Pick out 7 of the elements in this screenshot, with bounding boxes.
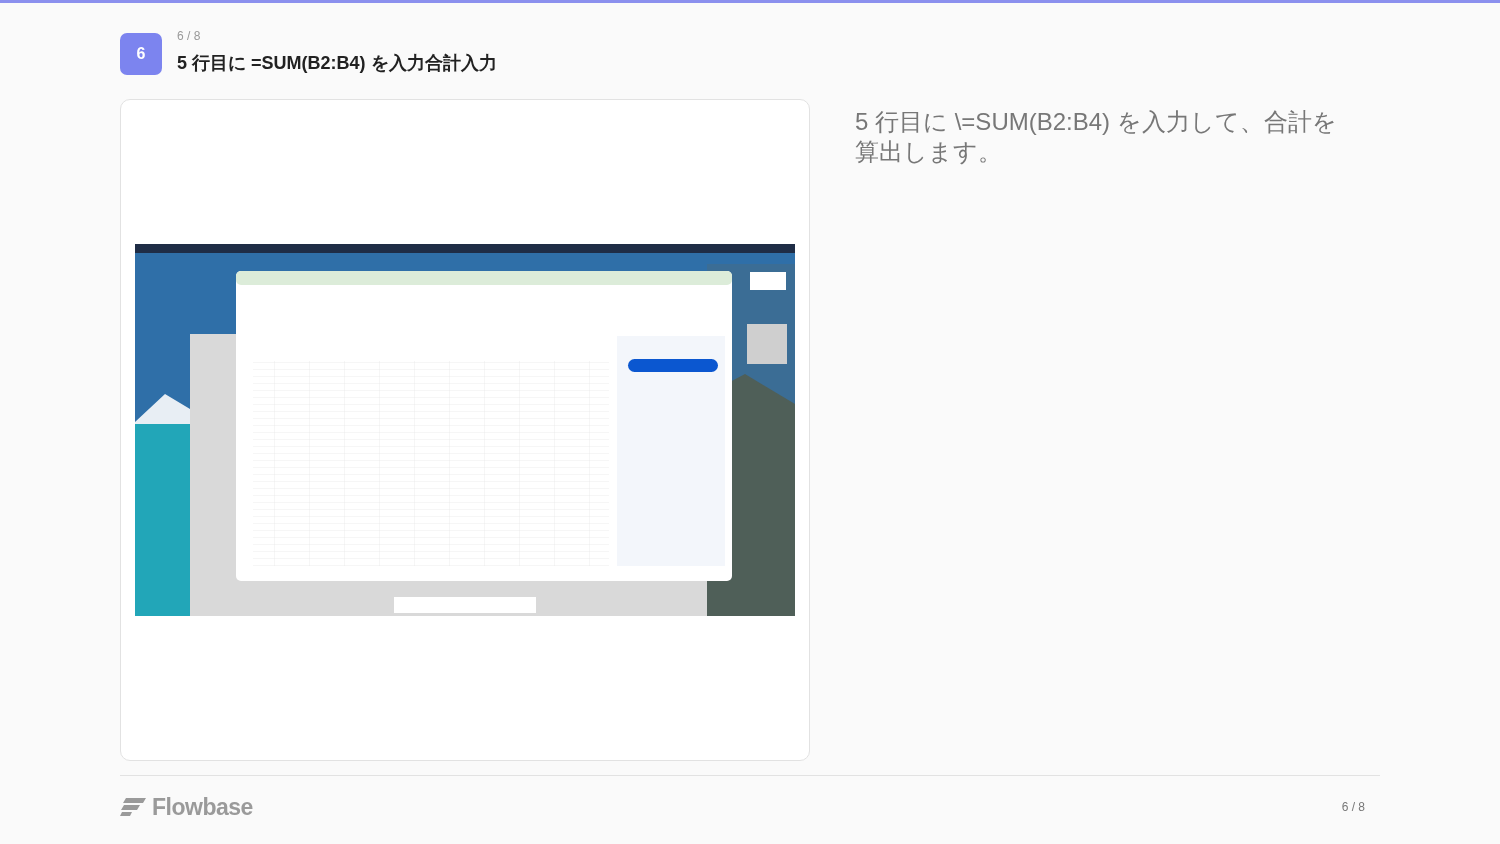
step-title: 5 行目に =SUM(B2:B4) を入力合計入力: [177, 52, 497, 75]
step-count: 6 / 8: [177, 29, 202, 43]
step-description: 5 行目に \=SUM(B2:B4) を入力して、合計を算出します。: [855, 107, 1338, 167]
brand-name: Flowbase: [152, 793, 253, 821]
logo-icon: [120, 798, 146, 816]
step-badge: 6: [120, 33, 162, 75]
page-number: 6 / 8: [1341, 800, 1365, 814]
